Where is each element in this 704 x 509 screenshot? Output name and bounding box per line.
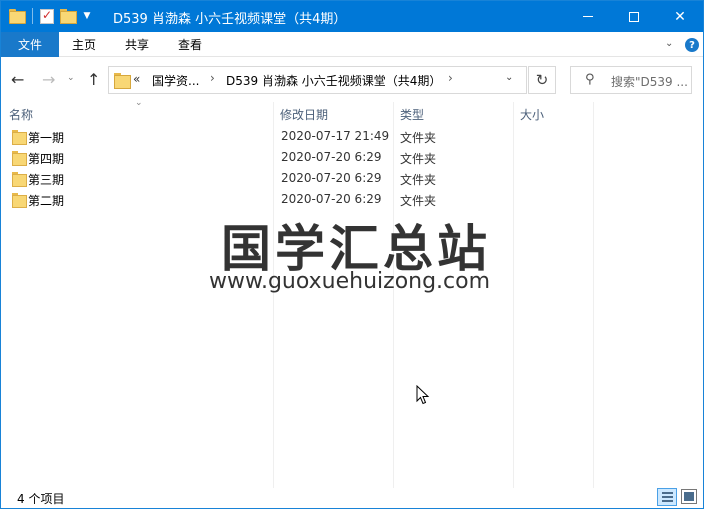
tab-home[interactable]: 主页 [72, 32, 96, 57]
folder-icon [12, 172, 27, 187]
tab-file[interactable]: 文件 [1, 32, 59, 57]
folder-icon [12, 130, 27, 145]
address-history-chevron-icon[interactable]: ⌄ [505, 72, 513, 83]
item-name: 第四期 [28, 152, 65, 166]
column-header-size[interactable]: 大小 [520, 106, 544, 123]
item-name: 第二期 [28, 194, 65, 208]
forward-arrow-icon[interactable]: → [42, 70, 55, 89]
item-type: 文件夹 [400, 173, 437, 187]
search-input[interactable]: ⚲ 搜索"D539 ... [570, 66, 692, 94]
refresh-icon: ↻ [535, 71, 549, 89]
ribbon-tabs: 文件 主页 共享 查看 ⌄ ? [1, 32, 703, 57]
up-arrow-icon[interactable]: ↑ [87, 70, 100, 89]
folder-icon [12, 193, 27, 208]
navigation-bar: ← → ⌄ ↑ « 国学资... › D539 肖渤森 小六壬视频课堂（共4期）… [1, 58, 703, 100]
address-bar[interactable]: « 国学资... › D539 肖渤森 小六壬视频课堂（共4期） › ⌄ [108, 66, 527, 94]
column-header-date[interactable]: 修改日期 [280, 106, 328, 123]
folder-icon [9, 9, 26, 24]
minimize-button[interactable] [565, 1, 611, 32]
column-header-type[interactable]: 类型 [400, 106, 424, 123]
search-icon: ⚲ [585, 72, 595, 87]
item-date: 2020-07-20 6:29 [281, 192, 382, 206]
item-type: 文件夹 [400, 131, 437, 145]
breadcrumb-chevron-icon[interactable]: › [448, 71, 453, 85]
new-folder-icon[interactable] [60, 9, 77, 24]
back-arrow-icon[interactable]: ← [11, 70, 24, 89]
help-icon[interactable]: ? [685, 38, 699, 52]
sort-chevron-icon: ⌄ [135, 98, 143, 108]
column-header-name[interactable]: 名称 [9, 106, 33, 123]
item-name: 第一期 [28, 131, 65, 145]
item-type: 文件夹 [400, 152, 437, 166]
title-bar[interactable]: ▼ D539 肖渤森 小六壬视频课堂（共4期） ✕ [1, 1, 703, 32]
maximize-button[interactable] [611, 1, 657, 32]
tab-view[interactable]: 查看 [178, 32, 202, 57]
list-item[interactable]: 第四期 2020-07-20 6:29 文件夹 [1, 147, 601, 168]
breadcrumb-item[interactable]: D539 肖渤森 小六壬视频课堂（共4期） [226, 72, 441, 89]
details-view-icon[interactable] [657, 488, 677, 506]
minimize-icon [583, 16, 593, 17]
expand-ribbon-chevron-icon[interactable]: ⌄ [665, 38, 673, 49]
breadcrumb-overflow[interactable]: « [133, 72, 140, 86]
item-count: 4 个项目 [17, 492, 65, 506]
tab-share[interactable]: 共享 [125, 32, 149, 57]
properties-icon[interactable] [40, 8, 54, 24]
refresh-button[interactable]: ↻ [528, 66, 556, 94]
toolbar-divider [32, 8, 33, 24]
list-item[interactable]: 第二期 2020-07-20 6:29 文件夹 [1, 189, 601, 210]
list-item[interactable]: 第三期 2020-07-20 6:29 文件夹 [1, 168, 601, 189]
breadcrumb-chevron-icon[interactable]: › [210, 71, 215, 85]
item-name: 第三期 [28, 173, 65, 187]
folder-icon [114, 73, 131, 89]
status-bar: 4 个项目 [1, 486, 703, 508]
watermark-url: www.guoxuehuizong.com [209, 269, 491, 294]
search-placeholder: 搜索"D539 ... [611, 75, 688, 89]
maximize-icon [629, 11, 639, 22]
close-icon: ✕ [674, 8, 686, 25]
item-date: 2020-07-20 6:29 [281, 150, 382, 164]
mouse-cursor-icon [416, 385, 430, 405]
close-button[interactable]: ✕ [657, 1, 703, 32]
item-type: 文件夹 [400, 194, 437, 208]
column-header-row: ⌄ 名称 修改日期 类型 大小 [1, 98, 703, 488]
customize-toolbar-chevron-icon[interactable]: ▼ [82, 11, 92, 21]
recent-locations-chevron-icon[interactable]: ⌄ [67, 73, 75, 83]
large-icons-view-icon[interactable] [681, 489, 697, 504]
folder-icon [12, 151, 27, 166]
quick-access-toolbar: ▼ [9, 6, 92, 26]
breadcrumb-item[interactable]: 国学资... [152, 72, 199, 89]
window-title: D539 肖渤森 小六壬视频课堂（共4期） [113, 12, 347, 27]
list-item[interactable]: 第一期 2020-07-17 21:49 文件夹 [1, 126, 601, 147]
item-date: 2020-07-20 6:29 [281, 171, 382, 185]
file-explorer-window: ▼ D539 肖渤森 小六壬视频课堂（共4期） ✕ 文件 主页 共享 查看 ⌄ … [0, 0, 704, 509]
item-date: 2020-07-17 21:49 [281, 129, 390, 143]
